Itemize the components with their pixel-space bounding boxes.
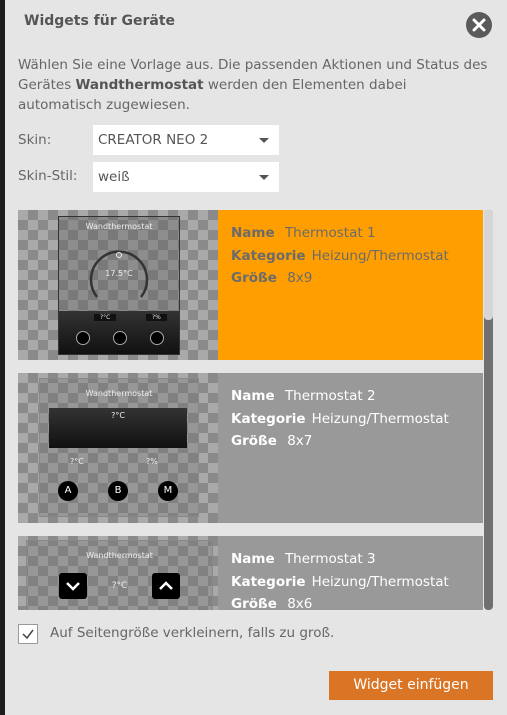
widget-item[interactable]: Wandthermostat 17.5°C ?°C ?% Name Thermo…: [18, 210, 483, 360]
preview-title: Wandthermostat: [85, 389, 153, 398]
widget-info: Name Thermostat 2 Kategorie Heizung/Therm…: [218, 373, 483, 523]
widget-name: Thermostat 2: [284, 388, 376, 404]
widget-category: Heizung/Thermostat: [311, 410, 449, 427]
preview-val2: ?%: [146, 314, 167, 321]
widget-name: Thermostat 1: [284, 225, 376, 241]
chevron-down-icon: [259, 138, 269, 143]
widget-info: Name Thermostat 3 Kategorie Heizung/Therm…: [218, 536, 483, 610]
widget-size: 8x7: [287, 433, 313, 449]
preview-device: Wandthermostat ?°C ?°C ?% A B M: [39, 378, 199, 517]
widget-category: Heizung/Thermostat: [311, 247, 449, 264]
chevron-down-icon: [259, 175, 269, 180]
auto-mode-icon: A: [58, 481, 78, 501]
skin-value: CREATOR NEO 2: [98, 132, 209, 148]
skin-style-label: Skin-Stil:: [18, 168, 78, 184]
preview-temp: 17.5°C: [105, 269, 133, 278]
name-label: Name: [231, 388, 275, 404]
size-label: Größe: [231, 596, 277, 610]
mode-button-icon: [113, 331, 127, 345]
skin-label: Skin:: [18, 132, 52, 148]
skin-style-value: weiß: [98, 169, 130, 185]
dialog-title: Widgets für Geräte: [24, 13, 176, 29]
mode-button-icon: [76, 331, 90, 345]
preview-controls: ?°C ?%: [59, 311, 179, 354]
preview-title: Wandthermostat: [86, 551, 153, 560]
preview-temp: ?°C: [111, 411, 125, 420]
name-label: Name: [231, 551, 275, 567]
widget-name: Thermostat 3: [284, 551, 376, 567]
list-scrollbar[interactable]: [484, 210, 493, 610]
insert-widget-button[interactable]: Widget einfügen: [329, 671, 493, 700]
preview-device: Wandthermostat 17.5°C ?°C ?%: [58, 216, 180, 355]
widget-category: Heizung/Thermostat: [311, 573, 449, 590]
widget-preview: Wandthermostat ?°C ?°C ?% A B M: [18, 373, 218, 523]
preview-val2: ?%: [146, 457, 158, 466]
device-name: Wandthermostat: [75, 77, 204, 93]
name-label: Name: [231, 225, 275, 241]
skin-select[interactable]: CREATOR NEO 2: [93, 125, 279, 155]
shrink-checkbox[interactable]: [18, 624, 38, 644]
widget-preview: Wandthermostat 17.5°C ?°C ?%: [18, 210, 218, 360]
size-label: Größe: [231, 433, 277, 449]
widget-item[interactable]: Wandthermostat ?°C Name Thermostat 3 Kat…: [18, 536, 483, 610]
manual-mode-icon: M: [158, 481, 178, 501]
preview-title: Wandthermostat: [85, 222, 153, 231]
checkmark-icon: [22, 629, 34, 640]
shrink-checkbox-label[interactable]: Auf Seitengröße verkleinern, falls zu gr…: [50, 625, 334, 641]
widget-size: 8x9: [287, 270, 313, 286]
preview-val1: ?°C: [70, 457, 84, 466]
chevron-up-icon: [152, 573, 180, 599]
mode-button-icon: [150, 331, 164, 345]
widget-size: 8x6: [287, 596, 313, 610]
widget-list: Wandthermostat 17.5°C ?°C ?% Name Thermo…: [18, 210, 493, 610]
preview-val1: ?°C: [94, 314, 117, 321]
category-label: Kategorie: [231, 573, 306, 590]
preview-device: Wandthermostat ?°C: [26, 540, 213, 610]
scrollbar-thumb[interactable]: [484, 210, 493, 320]
skin-style-select[interactable]: weiß: [93, 162, 279, 192]
boost-mode-icon: B: [108, 481, 128, 501]
close-icon: [472, 18, 486, 32]
size-label: Größe: [231, 270, 277, 286]
category-label: Kategorie: [231, 247, 306, 264]
widget-item[interactable]: Wandthermostat ?°C ?°C ?% A B M Name The…: [18, 373, 483, 523]
widget-info: Name Thermostat 1 Kategorie Heizung/Therm…: [218, 210, 483, 360]
category-label: Kategorie: [231, 410, 306, 427]
dialog-description: Wählen Sie eine Vorlage aus. Die passend…: [18, 55, 488, 115]
widget-dialog: Widgets für Geräte Wählen Sie eine Vorla…: [5, 0, 507, 715]
preview-temp: ?°C: [111, 581, 128, 591]
close-button[interactable]: [466, 12, 492, 38]
widget-preview: Wandthermostat ?°C: [18, 536, 218, 610]
preview-display: ?°C: [49, 408, 187, 448]
